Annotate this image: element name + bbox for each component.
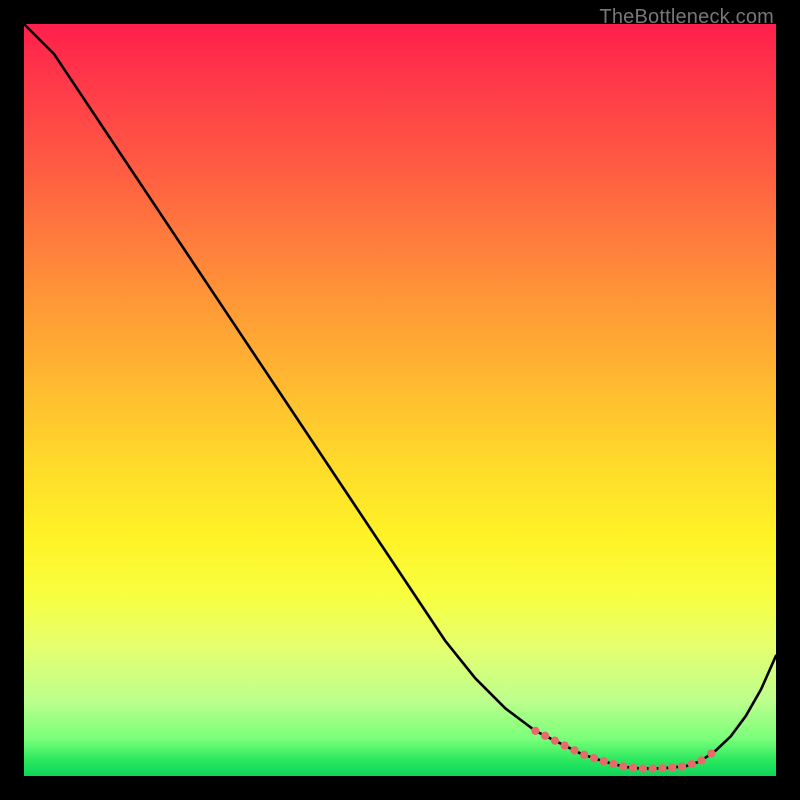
valley-dot	[639, 764, 647, 772]
valley-dot	[678, 762, 686, 770]
bottleneck-curve	[24, 24, 776, 768]
valley-dot	[619, 762, 627, 770]
valley-dot	[658, 764, 666, 772]
valley-dot	[541, 732, 549, 740]
valley-dot	[590, 754, 598, 762]
valley-dot	[707, 749, 715, 757]
valley-dot	[668, 763, 676, 771]
valley-dot	[629, 764, 637, 772]
valley-dot	[688, 760, 696, 768]
valley-dot	[609, 760, 617, 768]
valley-dot	[649, 764, 657, 772]
valley-dot	[600, 757, 608, 765]
watermark-source: TheBottleneck.com	[599, 6, 774, 29]
valley-dot	[580, 751, 588, 759]
chart-stage: TheBottleneck.com	[0, 0, 800, 800]
valley-dot	[551, 737, 559, 745]
valley-dot	[570, 746, 578, 754]
valley-dot	[531, 727, 539, 735]
valley-dot	[561, 741, 569, 749]
valley-dot	[697, 756, 705, 764]
curve-overlay	[24, 24, 776, 776]
